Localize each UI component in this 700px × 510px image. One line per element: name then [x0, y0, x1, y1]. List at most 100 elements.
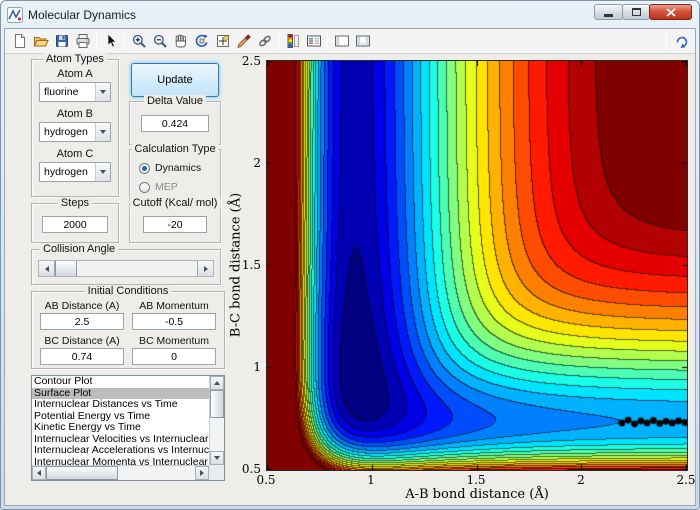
toolbar: [5, 29, 695, 54]
link-plot-button[interactable]: [254, 31, 275, 52]
open-file-button[interactable]: [30, 31, 51, 52]
x-tick-label: 2.5: [676, 473, 696, 487]
insert-legend-button[interactable]: [303, 31, 324, 52]
atom-a-dropdown[interactable]: fluorine: [39, 82, 111, 102]
atom-types-panel: Atom Types Atom A fluorine Atom B hydrog…: [31, 53, 119, 197]
list-item[interactable]: Internuclear Distances vs Time: [32, 398, 209, 411]
new-file-button[interactable]: [9, 31, 30, 52]
maximize-button[interactable]: [622, 4, 650, 20]
brush-button[interactable]: [233, 31, 254, 52]
arrow-right-icon: [203, 265, 208, 272]
bc-momentum-field[interactable]: [132, 348, 216, 365]
horizontal-scrollbar[interactable]: [32, 465, 209, 480]
steps-panel: Steps: [31, 197, 119, 243]
print-icon: [76, 34, 89, 48]
new-document-icon: [14, 34, 25, 48]
plot-type-list[interactable]: Contour Plot Surface Plot Internuclear Dis…: [31, 375, 225, 481]
initial-conditions-panel: Initial Conditions AB Distance (A) AB Mo…: [31, 285, 225, 369]
x-tick-label: 2: [577, 473, 585, 487]
app-window: Molecular Dynamics Atom Types Atom A flu…: [0, 0, 700, 510]
dropdown-arrow-button[interactable]: [95, 123, 110, 141]
hide-plot-tools-button[interactable]: [331, 31, 352, 52]
list-item[interactable]: Internuclear Momenta vs Internuclear Dis…: [32, 456, 209, 465]
atom-c-label: Atom C: [56, 148, 94, 160]
ab-momentum-field[interactable]: [132, 313, 216, 330]
collision-angle-title: Collision Angle: [40, 243, 119, 255]
radio-mep[interactable]: MEP: [139, 180, 178, 194]
scroll-left-button[interactable]: [32, 466, 46, 480]
x-tick-label: 1.5: [466, 473, 486, 487]
atom-a-value: fluorine: [44, 86, 79, 98]
slider-thumb[interactable]: [55, 261, 77, 276]
brush-icon: [236, 34, 250, 49]
chevron-down-icon: [100, 130, 106, 134]
arrow-right-icon: [200, 470, 204, 476]
list-item[interactable]: Internuclear Accelerations vs Internucle…: [32, 444, 209, 457]
bc-momentum-label: BC Momentum: [138, 335, 210, 347]
atom-types-title: Atom Types: [43, 53, 107, 65]
update-button[interactable]: Update: [131, 63, 219, 97]
show-plot-tools-icon: [355, 35, 370, 47]
dropdown-arrow-button[interactable]: [95, 83, 110, 101]
app-icon: [7, 6, 23, 23]
list-item[interactable]: Contour Plot: [32, 376, 209, 388]
ab-distance-field[interactable]: [40, 313, 124, 330]
zoom-out-button[interactable]: [149, 31, 170, 52]
titlebar[interactable]: Molecular Dynamics: [1, 1, 699, 28]
pan-button[interactable]: [170, 31, 191, 52]
collision-angle-slider[interactable]: [38, 260, 214, 277]
calculation-type-panel: Calculation Type Dynamics MEP: [129, 143, 221, 201]
radio-button-icon: [139, 181, 150, 193]
x-tick-label: 0.5: [256, 473, 276, 487]
slider-left-button[interactable]: [39, 261, 55, 276]
delta-value-title: Delta Value: [143, 95, 207, 107]
insert-colorbar-button[interactable]: [282, 31, 303, 52]
vertical-scrollbar[interactable]: [209, 376, 224, 465]
dropdown-arrow-button[interactable]: [95, 163, 110, 181]
show-plot-tools-button[interactable]: [352, 31, 373, 52]
figure-content: Atom Types Atom A fluorine Atom B hydrog…: [5, 53, 696, 505]
plot-type-list-items: Contour Plot Surface Plot Internuclear Dis…: [32, 376, 209, 465]
scroll-right-button[interactable]: [195, 466, 209, 480]
atom-c-dropdown[interactable]: hydrogen: [39, 162, 111, 182]
bc-distance-field[interactable]: [40, 348, 124, 365]
scroll-down-button[interactable]: [210, 451, 224, 465]
radio-dynamics[interactable]: Dynamics: [139, 161, 201, 175]
save-icon: [55, 35, 68, 47]
delta-value-field[interactable]: [141, 115, 209, 132]
cutoff-field[interactable]: [143, 216, 207, 233]
slider-right-button[interactable]: [197, 261, 213, 276]
atom-b-label: Atom B: [56, 108, 94, 120]
vertical-scroll-thumb[interactable]: [210, 390, 224, 418]
steps-title: Steps: [57, 197, 93, 209]
calculation-type-title: Calculation Type: [131, 143, 219, 155]
toolbar-separator: [96, 32, 97, 50]
scroll-up-button[interactable]: [210, 376, 224, 390]
data-cursor-button[interactable]: [212, 31, 233, 52]
print-button[interactable]: [72, 31, 93, 52]
contour-plot-canvas[interactable]: [267, 61, 687, 470]
arrow-left-icon: [37, 470, 41, 476]
toolbar-separator: [327, 32, 328, 50]
window-title: Molecular Dynamics: [28, 7, 137, 22]
zoom-in-button[interactable]: [128, 31, 149, 52]
dock-figure-button[interactable]: [670, 31, 691, 52]
minimize-button[interactable]: [594, 4, 623, 20]
atom-b-dropdown[interactable]: hydrogen: [39, 122, 111, 142]
close-button[interactable]: [649, 4, 692, 20]
ab-momentum-label: AB Momentum: [139, 300, 209, 312]
list-item[interactable]: Kinetic Energy vs Time: [32, 421, 209, 434]
arrow-left-icon: [44, 265, 49, 272]
y-tick-label: 1: [253, 360, 261, 374]
atom-c-value: hydrogen: [44, 166, 88, 178]
radio-dynamics-label: Dynamics: [155, 162, 202, 174]
rotate-3d-button[interactable]: [191, 31, 212, 52]
save-button[interactable]: [51, 31, 72, 52]
radio-button-icon: [139, 162, 150, 174]
hide-plot-tools-icon: [334, 35, 349, 47]
toolbar-separator: [666, 32, 667, 50]
figure-client: Atom Types Atom A fluorine Atom B hydrog…: [4, 28, 696, 506]
horizontal-scroll-thumb[interactable]: [46, 466, 118, 480]
edit-plot-button[interactable]: [100, 31, 121, 52]
steps-field[interactable]: [42, 216, 108, 233]
